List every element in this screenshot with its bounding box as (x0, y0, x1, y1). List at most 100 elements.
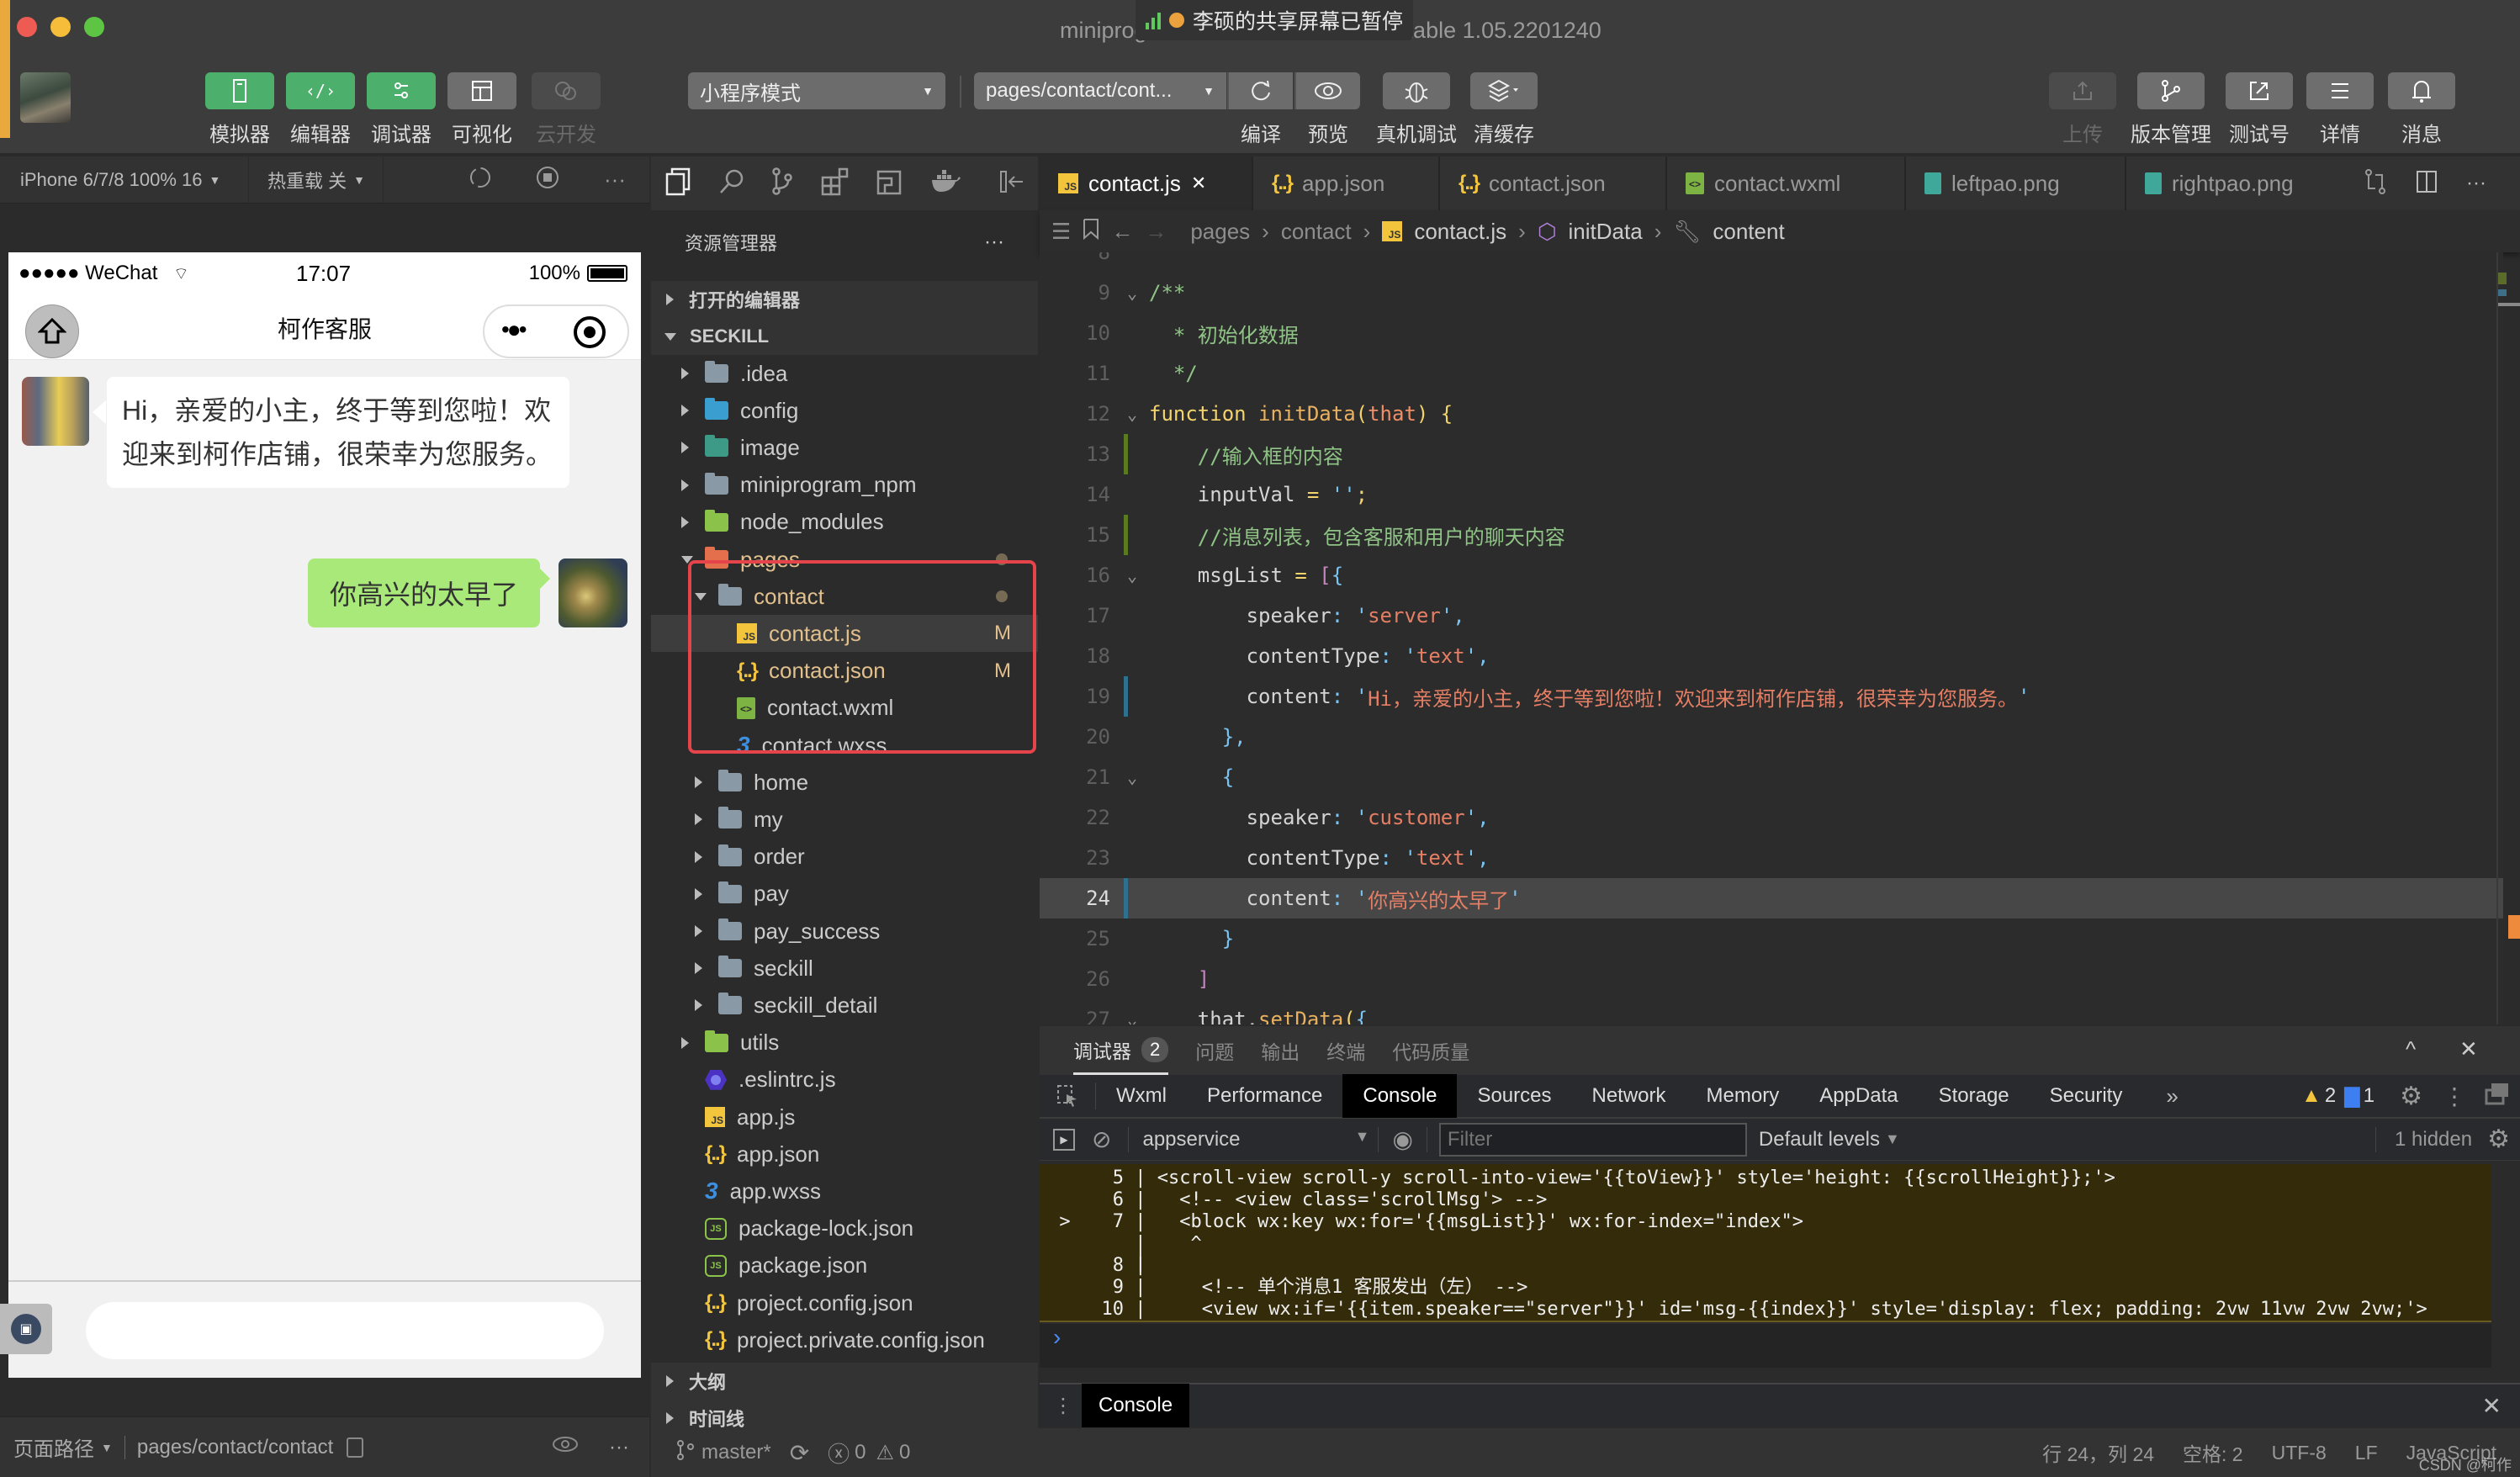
devtools-tab-security[interactable]: Security (2030, 1074, 2143, 1118)
tree-item[interactable]: {..} project.private.config.json (651, 1321, 1038, 1358)
code-line[interactable]: 26 ] (1040, 959, 2503, 999)
drawer-menu-icon[interactable]: ⋮ (1053, 1394, 1073, 1418)
issue-counters[interactable]: ▲ 2 ▇ 1 (2301, 1084, 2374, 1109)
code-line[interactable]: 22 speaker: ' customer ', (1040, 797, 2503, 838)
back-icon[interactable]: ← (1111, 219, 1133, 245)
page-select[interactable]: pages/contact/cont... ▼ (974, 72, 1226, 109)
breadcrumb-item[interactable]: pages (1190, 219, 1250, 245)
panel-tab[interactable]: 终端 (1326, 1026, 1365, 1075)
upload-button[interactable] (2049, 72, 2116, 109)
page-path-label[interactable]: 页面路径 (0, 1432, 94, 1462)
live-expression-eye-icon[interactable]: ◉ (1392, 1125, 1412, 1153)
line-ending[interactable]: LF (2355, 1442, 2378, 1464)
code-line[interactable]: 8 (1040, 252, 2503, 273)
storage-icon[interactable] (876, 168, 903, 199)
more-icon[interactable]: ··· (2466, 172, 2486, 195)
messages-button[interactable] (2388, 72, 2455, 109)
eye-icon[interactable] (552, 1435, 579, 1459)
clear-console-icon[interactable]: ⊘ (1092, 1125, 1111, 1153)
tree-item[interactable]: JS package.json (651, 1247, 1038, 1284)
code-line[interactable]: 25 } (1040, 918, 2503, 959)
console-filter-input[interactable] (1438, 1122, 1747, 1157)
tree-item[interactable]: .eslintrc.js (651, 1061, 1038, 1098)
code-line[interactable]: 16 ⌄ msgList = [{ (1040, 555, 2503, 596)
stop-button[interactable] (535, 165, 560, 195)
console-settings-gear-icon[interactable]: ⚙ (2487, 1125, 2510, 1154)
panel-tab[interactable]: 输出 (1261, 1026, 1300, 1075)
more-tabs-button[interactable]: » (2166, 1083, 2178, 1109)
forward-icon[interactable]: → (1145, 219, 1167, 245)
tree-item[interactable]: 3 app.wxss (651, 1173, 1038, 1210)
files-icon[interactable] (664, 167, 691, 200)
outline-section[interactable]: 大纲 (651, 1363, 1038, 1400)
devtools-tab-memory[interactable]: Memory (1686, 1074, 1800, 1118)
cursor-position[interactable]: 行 24，列 24 (2042, 1438, 2154, 1467)
drawer-tab-console[interactable]: Console (1082, 1384, 1190, 1427)
sidebar-toggle-icon[interactable]: ▶ (1053, 1128, 1075, 1151)
search-icon[interactable] (718, 167, 745, 200)
clear-cache-button[interactable] (1470, 72, 1538, 109)
fold-chevron-icon[interactable]: ⌄ (1115, 283, 1149, 303)
code-editor[interactable]: 8 9 ⌄/** 10 * 初始化数据 11 */12 ⌄ function initDat… (1040, 252, 2503, 1024)
close-drawer-icon[interactable]: ✕ (2482, 1392, 2501, 1420)
project-section[interactable]: SECKILL (651, 318, 1038, 355)
panel-tab[interactable]: 代码质量 (1392, 1026, 1469, 1075)
console-scrollbar[interactable] (2491, 1164, 2520, 1366)
indentation[interactable]: 空格: 2 (2183, 1438, 2243, 1467)
breadcrumb-item[interactable]: initData (1569, 219, 1643, 245)
code-line[interactable]: 12 ⌄ function initData(that) { (1040, 394, 2503, 434)
docker-icon[interactable] (930, 169, 961, 198)
tree-item[interactable]: home (651, 764, 1038, 801)
devtools-tab-network[interactable]: Network (1571, 1074, 1686, 1118)
sync-icon[interactable]: ⟳ (790, 1439, 809, 1467)
editor-tab[interactable]: JS contact.js ✕ (1040, 156, 1253, 210)
git-branch[interactable]: master* (701, 1441, 771, 1464)
test-account-button[interactable] (2226, 72, 2293, 109)
capsule-close-button[interactable] (574, 316, 606, 348)
open-editors-section[interactable]: 打开的编辑器 (651, 281, 1038, 318)
device-select[interactable]: iPhone 6/7/8 100% 16 ▼ (0, 156, 249, 203)
breadcrumb-item[interactable]: content (1713, 219, 1784, 245)
devtools-tab-console[interactable]: Console (1342, 1074, 1458, 1118)
visual-toggle-button[interactable] (447, 72, 516, 109)
code-line[interactable]: 15 //消息列表，包含客服和用户的聊天内容 (1040, 515, 2503, 555)
code-line[interactable]: 13 //输入框的内容 (1040, 434, 2503, 474)
code-line[interactable]: 9 ⌄/** (1040, 273, 2503, 313)
mode-select[interactable]: 小程序模式 ▼ (688, 72, 945, 109)
breadcrumb-item[interactable]: contact.js (1414, 219, 1506, 245)
fold-chevron-icon[interactable]: ⌄ (1115, 767, 1149, 787)
code-line[interactable]: 27 ⌄ that. setData({ (1040, 999, 2503, 1024)
editor-tab[interactable]: leftpao.png (1906, 156, 2126, 210)
preview-button[interactable] (1294, 72, 1360, 109)
devtools-tab-appdata[interactable]: AppData (1799, 1074, 1918, 1118)
panel-tab[interactable]: 调试器 2 (1073, 1026, 1169, 1075)
code-line[interactable]: 19 content: ' Hi，亲爱的小主，终于等到您啦！欢迎来到柯作店铺，很荣… (1040, 676, 2503, 717)
copy-icon[interactable] (347, 1437, 364, 1458)
editor-tab[interactable]: {..} app.json (1253, 156, 1440, 210)
minimize-window-button[interactable] (50, 17, 71, 37)
code-line[interactable]: 21 ⌄ { (1040, 757, 2503, 797)
tree-item[interactable]: miniprogram_npm (651, 467, 1038, 504)
console-prompt[interactable]: › (1040, 1324, 2491, 1368)
editor-tab[interactable]: {..} contact.json (1440, 156, 1667, 210)
split-editor-icon[interactable] (2416, 170, 2438, 198)
tree-item[interactable]: JS package-lock.json (651, 1210, 1038, 1247)
error-icon[interactable]: ⓧ (828, 1437, 850, 1469)
code-line[interactable]: 20 }, (1040, 717, 2503, 757)
maximize-window-button[interactable] (84, 17, 104, 37)
settings-gear-icon[interactable]: ⚙ (2400, 1082, 2422, 1111)
tree-item[interactable]: JS app.js (651, 1098, 1038, 1136)
devtools-tab-performance[interactable]: Performance (1187, 1074, 1342, 1118)
rotate-button[interactable] (468, 165, 493, 195)
maximize-panel-icon[interactable]: ^ (2406, 1036, 2416, 1062)
simulator-toggle-button[interactable] (205, 72, 274, 109)
code-line[interactable]: 14 inputVal = ''; (1040, 474, 2503, 515)
tree-item[interactable]: order (651, 839, 1038, 876)
code-line[interactable]: 10 * 初始化数据 (1040, 313, 2503, 353)
fold-chevron-icon[interactable]: ⌄ (1115, 565, 1149, 585)
tree-item[interactable]: image (651, 429, 1038, 466)
more-icon[interactable]: ··· (984, 230, 1004, 254)
log-levels-select[interactable]: Default levels ▼ (1759, 1128, 1900, 1151)
more-icon[interactable]: ··· (604, 167, 626, 193)
tree-item[interactable]: my (651, 801, 1038, 838)
